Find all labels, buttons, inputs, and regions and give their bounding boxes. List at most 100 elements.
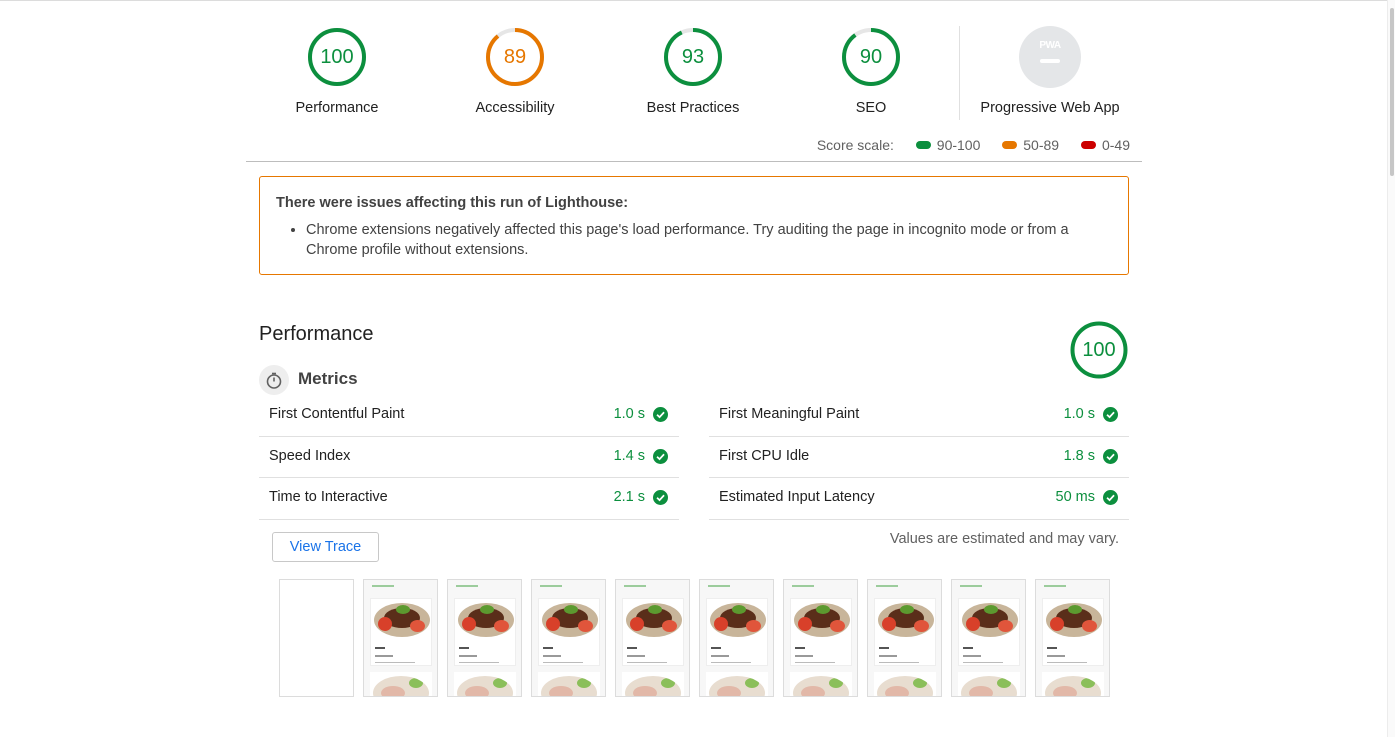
- food-plate-image: [793, 676, 849, 696]
- pwa-badge-text: PWA: [1039, 40, 1061, 51]
- pass-check-icon: [653, 490, 668, 505]
- score-scale-pass: 90-100: [915, 137, 981, 153]
- filmstrip-frame: [279, 579, 354, 697]
- frame-header: [624, 585, 646, 587]
- score-scale-fail: 0-49: [1080, 137, 1130, 153]
- gauge-score: 89: [503, 46, 527, 68]
- pwa-badge-icon: PWA: [1019, 26, 1081, 88]
- filmstrip-frame: [951, 579, 1026, 697]
- frame-food-card: [790, 598, 852, 666]
- frame-food-card-second: [1042, 672, 1104, 696]
- metric-name: First Contentful Paint: [269, 406, 405, 422]
- score-scale: Score scale: 90-100 50-89 0-49: [248, 137, 1130, 157]
- view-trace-button[interactable]: View Trace: [272, 532, 379, 562]
- filmstrip-frame: [699, 579, 774, 697]
- stopwatch-icon: [259, 365, 289, 395]
- gauge-pwa[interactable]: PWA Progressive Web App: [961, 22, 1139, 116]
- food-plate-image: [626, 603, 682, 637]
- filmstrip: [279, 579, 1119, 699]
- metric-first-meaningful-paint: First Meaningful Paint 1.0 s: [709, 395, 1129, 437]
- gauge-ring: 93: [662, 26, 724, 88]
- gauge-ring: 90: [840, 26, 902, 88]
- gauge-score: 100: [320, 46, 354, 68]
- metric-name: Estimated Input Latency: [719, 489, 875, 505]
- performance-gauge: 100: [1069, 320, 1129, 380]
- metric-first-cpu-idle: First CPU Idle 1.8 s: [709, 437, 1129, 478]
- food-plate-image: [794, 603, 850, 637]
- pass-check-icon: [1103, 490, 1118, 505]
- warning-title: There were issues affecting this run of …: [276, 195, 629, 211]
- metric-first-contentful-paint: First Contentful Paint 1.0 s: [259, 395, 679, 437]
- stopwatch-icon-svg: [266, 372, 282, 389]
- frame-header: [876, 585, 898, 587]
- metric-estimated-input-latency: Estimated Input Latency 50 ms: [709, 478, 1129, 520]
- gauge-label: Accessibility: [475, 100, 555, 116]
- food-plate-image: [961, 676, 1017, 696]
- pass-pill-icon: [915, 141, 931, 149]
- frame-food-card-second: [706, 672, 768, 696]
- gauge-label: Performance: [295, 100, 379, 116]
- gauge-accessibility[interactable]: 89 Accessibility: [426, 22, 604, 116]
- food-plate-image: [710, 603, 766, 637]
- warning-list: Chrome extensions negatively affected th…: [306, 220, 1112, 260]
- food-plate-image: [709, 676, 765, 696]
- scrollbar-thumb[interactable]: [1390, 8, 1394, 176]
- frame-header: [1044, 585, 1066, 587]
- frame-food-card-second: [790, 672, 852, 696]
- metric-value: 50 ms: [1055, 489, 1096, 505]
- frame-header: [540, 585, 562, 587]
- gauge-performance[interactable]: 100 Performance: [248, 22, 426, 116]
- filmstrip-frame: [447, 579, 522, 697]
- frame-food-card-second: [874, 672, 936, 696]
- pass-check-icon: [653, 448, 668, 464]
- frame-header: [708, 585, 730, 587]
- filmstrip-frame: [783, 579, 858, 697]
- gauge-label: Best Practices: [646, 100, 740, 116]
- score-range-text: 90-100: [936, 137, 981, 153]
- average-pill-icon: [1002, 141, 1018, 149]
- score-scale-average: 50-89: [1002, 137, 1059, 153]
- food-plate-image: [542, 603, 598, 637]
- metrics-column-left: First Contentful Paint 1.0 s Speed Index…: [259, 395, 679, 520]
- metrics-label: Metrics: [298, 369, 358, 388]
- frame-header: [960, 585, 982, 587]
- frame-food-card-second: [538, 672, 600, 696]
- food-plate-image: [541, 676, 597, 696]
- metric-name: Time to Interactive: [269, 489, 388, 505]
- fail-pill-icon: [1080, 141, 1096, 149]
- performance-title: Performance: [259, 323, 374, 345]
- pass-check-icon: [653, 407, 668, 422]
- frame-food-card: [538, 598, 600, 666]
- warning-item: Chrome extensions negatively affected th…: [306, 220, 1112, 260]
- gauge-divider: [959, 26, 960, 120]
- metric-name: First Meaningful Paint: [719, 406, 860, 422]
- filmstrip-frame: [363, 579, 438, 697]
- gauge-label: SEO: [855, 100, 887, 116]
- metric-value: 1.0 s: [1063, 406, 1095, 422]
- filmstrip-frame: [531, 579, 606, 697]
- metric-time-to-interactive: Time to Interactive 2.1 s: [259, 478, 679, 520]
- frame-food-card: [454, 598, 516, 666]
- gauge-best-practices[interactable]: 93 Best Practices: [604, 22, 782, 116]
- score-range-text: 50-89: [1023, 137, 1060, 153]
- frame-header: [456, 585, 478, 587]
- metric-speed-index: Speed Index 1.4 s: [259, 437, 679, 478]
- pass-check-icon: [1103, 407, 1118, 422]
- frame-header: [792, 585, 814, 587]
- filmstrip-frame: [1035, 579, 1110, 697]
- metric-value: 1.4 s: [613, 447, 645, 464]
- food-plate-image: [457, 676, 513, 696]
- frame-food-card: [706, 598, 768, 666]
- filmstrip-frame: [867, 579, 942, 697]
- gauge-seo[interactable]: 90 SEO: [782, 22, 960, 116]
- metrics-column-right: First Meaningful Paint 1.0 s First CPU I…: [709, 395, 1129, 520]
- run-warnings: There were issues affecting this run of …: [259, 176, 1129, 275]
- food-plate-image: [625, 676, 681, 696]
- frame-food-card: [370, 598, 432, 666]
- score-range-text: 0-49: [1101, 137, 1130, 153]
- frame-food-card: [958, 598, 1020, 666]
- gauge-score: 93: [681, 46, 705, 68]
- frame-header: [372, 585, 394, 587]
- gauge-label: Progressive Web App: [980, 100, 1120, 116]
- food-plate-image: [458, 603, 514, 637]
